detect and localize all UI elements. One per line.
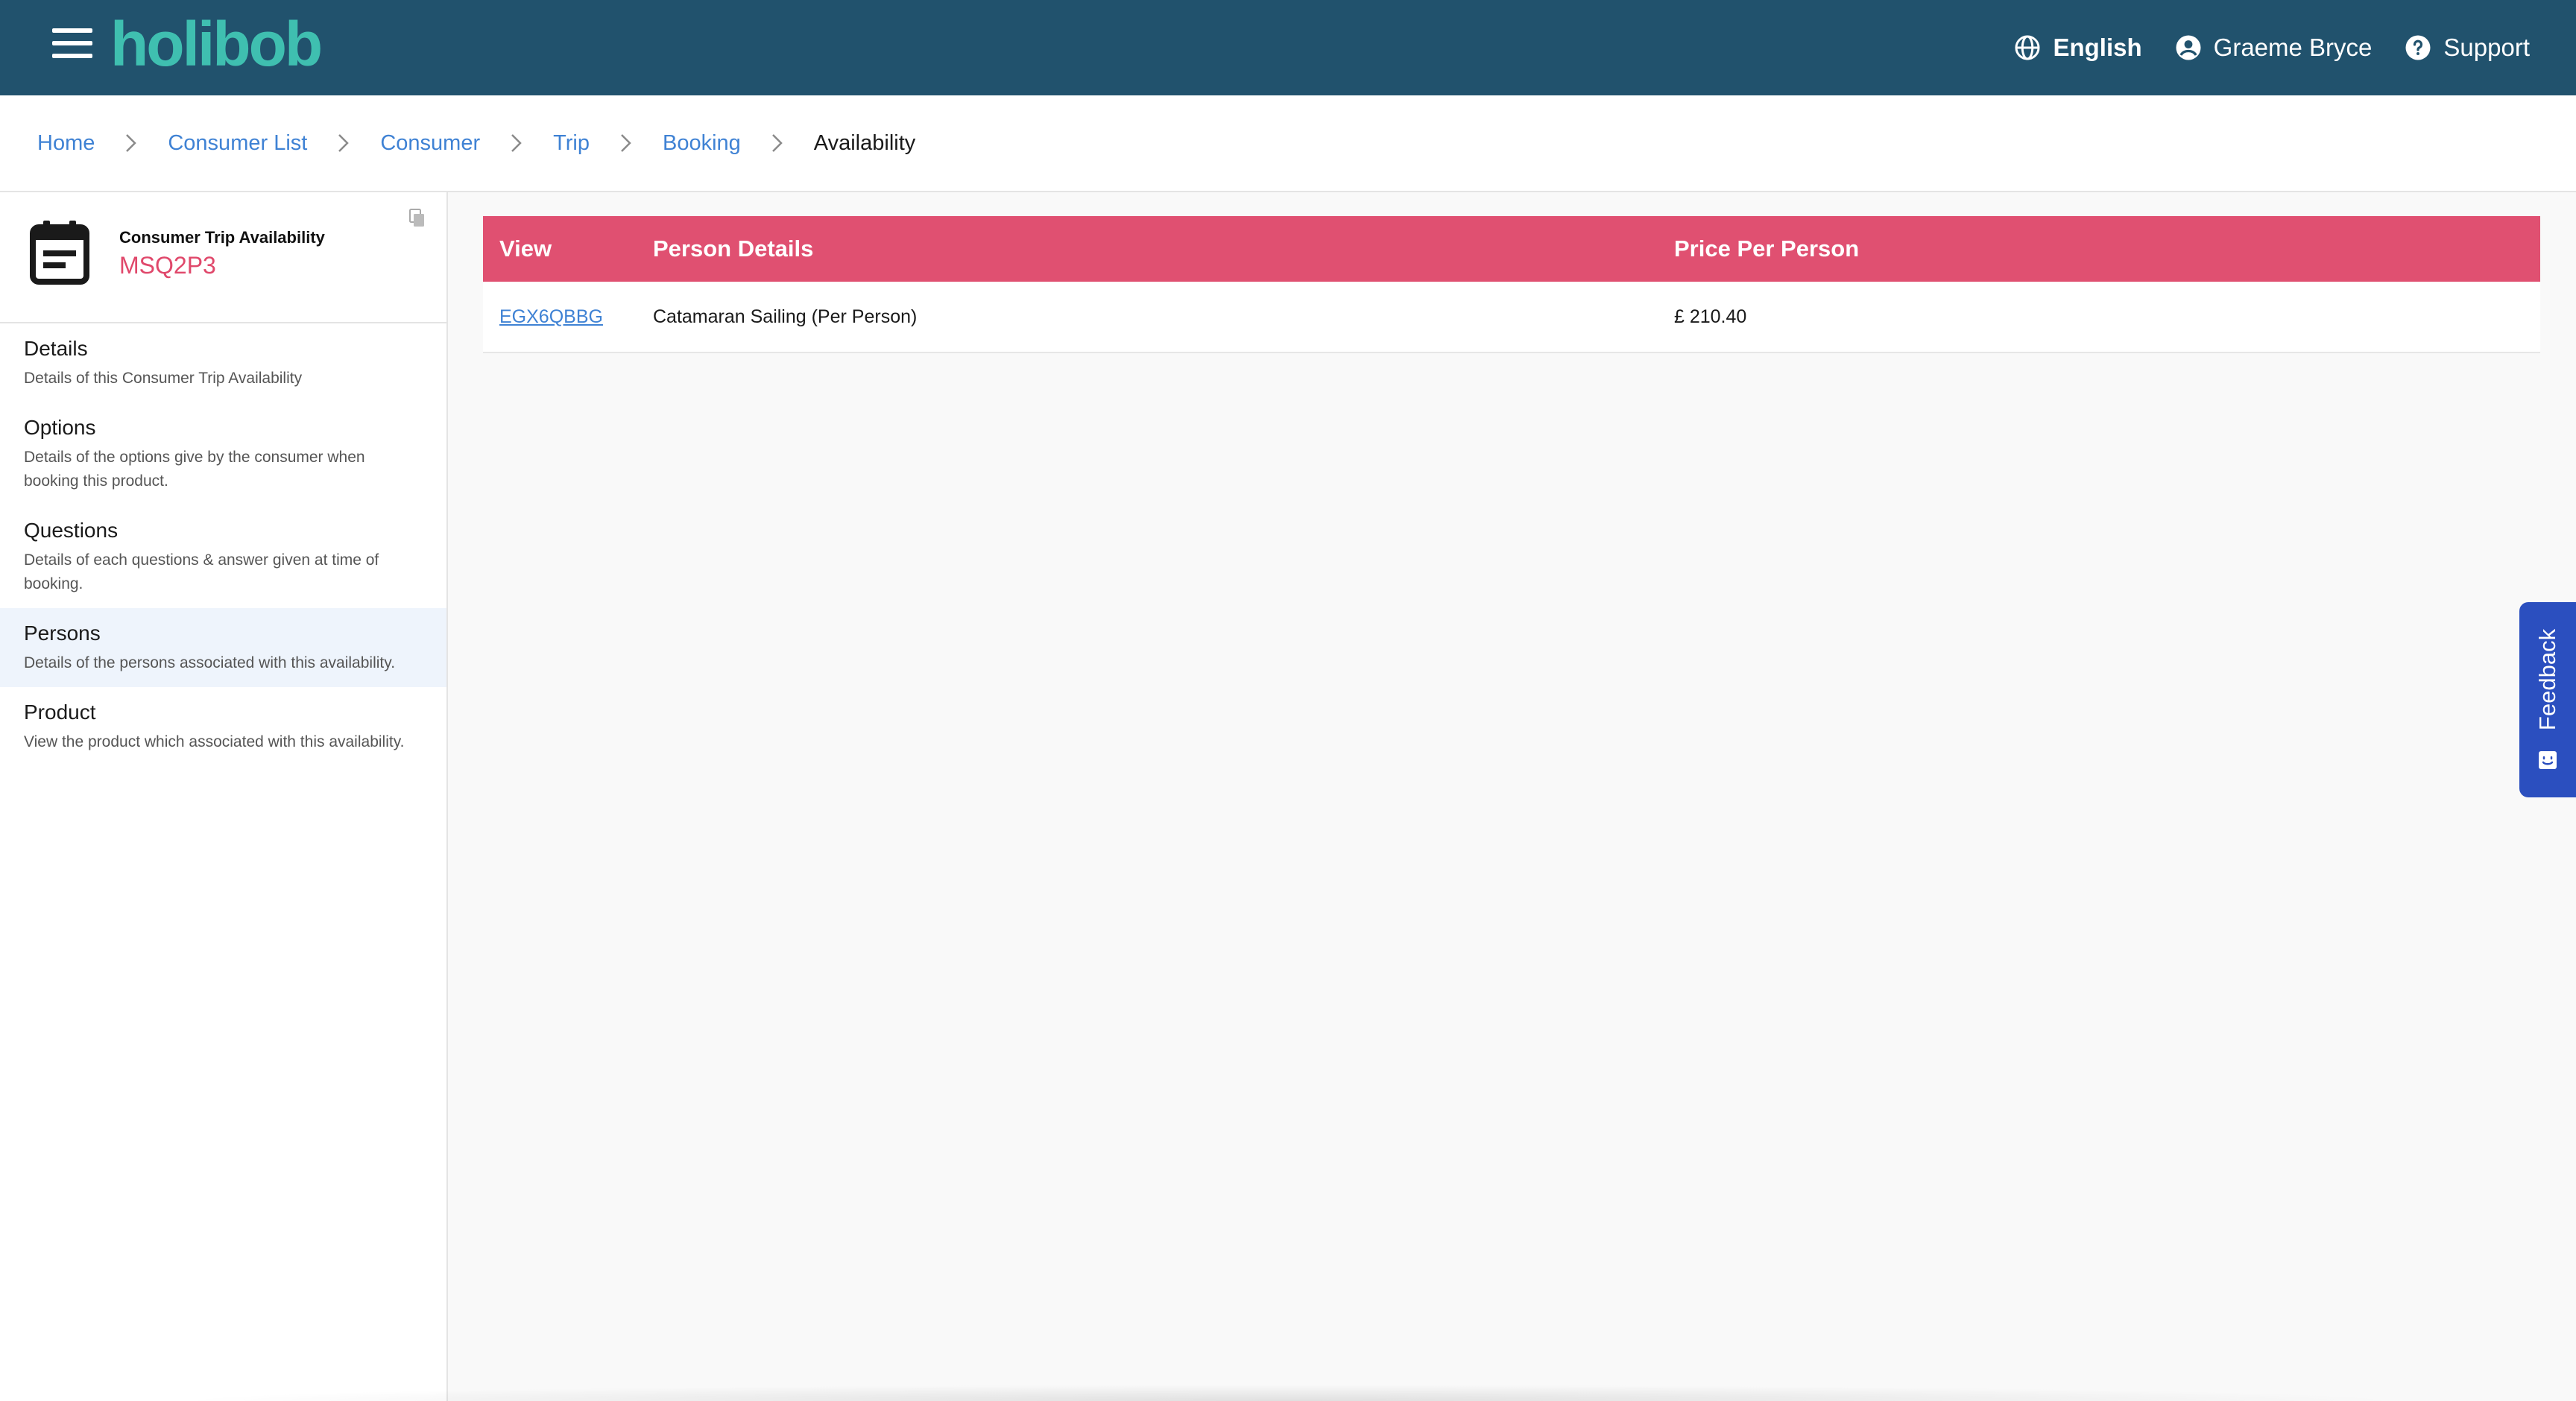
support-label: Support bbox=[2443, 34, 2530, 61]
hamburger-menu-icon[interactable] bbox=[52, 28, 92, 64]
feedback-button[interactable]: Feedback bbox=[2519, 602, 2576, 797]
sidebar-item-options[interactable]: Options Details of the options give by t… bbox=[0, 402, 446, 505]
language-selector[interactable]: English bbox=[2014, 34, 2142, 62]
sidebar-item-title: Questions bbox=[24, 519, 119, 542]
sidebar-item-title: Product bbox=[24, 700, 96, 724]
sidebar-item-title: Options bbox=[24, 416, 96, 439]
feedback-icon bbox=[2539, 751, 2557, 769]
top-bar: holibob English Graeme Bryce Support bbox=[0, 0, 2576, 95]
person-details-cell: Catamaran Sailing (Per Person) bbox=[653, 306, 918, 327]
language-label: English bbox=[2053, 34, 2142, 61]
sidebar-item-desc: Details of each questions & answer given… bbox=[24, 551, 379, 592]
price-cell: £ 210.40 bbox=[1674, 306, 1747, 327]
sidebar: Consumer Trip Availability MSQ2P3 Detail… bbox=[0, 192, 448, 1401]
persons-table: View Person Details Price Per Person EGX… bbox=[483, 216, 2540, 353]
user-menu[interactable]: Graeme Bryce bbox=[2175, 34, 2373, 62]
sidebar-item-desc: Details of this Consumer Trip Availabili… bbox=[24, 370, 303, 387]
holibob-logo[interactable]: holibob bbox=[110, 16, 356, 79]
sidebar-item-title: Details bbox=[24, 337, 88, 360]
calendar-icon bbox=[30, 221, 89, 285]
table-row: EGX6QBBG Catamaran Sailing (Per Person) … bbox=[483, 282, 2540, 353]
chevron-right-icon bbox=[338, 134, 350, 152]
main-content: View Person Details Price Per Person EGX… bbox=[447, 192, 2576, 1401]
breadcrumb-current: Availability bbox=[813, 130, 916, 155]
chevron-right-icon bbox=[621, 134, 631, 152]
svg-text:holibob: holibob bbox=[110, 16, 321, 79]
globe-icon bbox=[2015, 35, 2040, 60]
help-circle-icon bbox=[2405, 35, 2431, 60]
breadcrumb-home[interactable]: Home bbox=[37, 131, 95, 156]
column-header-view: View bbox=[499, 235, 552, 262]
account-circle-icon bbox=[2176, 35, 2201, 60]
breadcrumb-bar: Home Consumer List Consumer Trip Booking… bbox=[0, 95, 2576, 192]
sidebar-item-desc: Details of the persons associated with t… bbox=[24, 654, 396, 671]
sidebar-item-desc: Details of the options give by the consu… bbox=[24, 449, 365, 490]
sidebar-item-questions[interactable]: Questions Details of each questions & an… bbox=[0, 505, 446, 608]
column-header-price: Price Per Person bbox=[1674, 235, 1860, 262]
user-name: Graeme Bryce bbox=[2213, 34, 2373, 61]
chevron-right-icon bbox=[511, 134, 522, 152]
column-header-person-details: Person Details bbox=[653, 235, 814, 262]
breadcrumb-trip[interactable]: Trip bbox=[553, 131, 590, 156]
view-person-link[interactable]: EGX6QBBG bbox=[499, 306, 603, 327]
breadcrumb-consumer[interactable]: Consumer bbox=[380, 131, 480, 156]
chevron-right-icon bbox=[126, 134, 137, 152]
breadcrumb-booking[interactable]: Booking bbox=[663, 131, 741, 156]
sidebar-item-title: Persons bbox=[24, 622, 101, 645]
chevron-right-icon bbox=[771, 134, 783, 152]
support-link[interactable]: Support bbox=[2405, 34, 2530, 62]
availability-code: MSQ2P3 bbox=[119, 252, 216, 279]
sidebar-item-persons[interactable]: Persons Details of the persons associate… bbox=[0, 608, 446, 687]
sidebar-item-details[interactable]: Details Details of this Consumer Trip Av… bbox=[0, 323, 446, 402]
breadcrumb: Home Consumer List Consumer Trip Booking… bbox=[37, 95, 915, 191]
bottom-shadow bbox=[164, 1385, 2415, 1401]
sidebar-item-product[interactable]: Product View the product which associate… bbox=[0, 687, 446, 766]
sidebar-header: Consumer Trip Availability MSQ2P3 bbox=[0, 192, 446, 323]
sidebar-item-desc: View the product which associated with t… bbox=[24, 733, 405, 750]
feedback-label: Feedback bbox=[2534, 628, 2560, 731]
sidebar-subtitle: Consumer Trip Availability bbox=[119, 228, 325, 247]
table-header: View Person Details Price Per Person bbox=[483, 216, 2540, 282]
breadcrumb-consumer-list[interactable]: Consumer List bbox=[168, 131, 307, 156]
copy-icon[interactable] bbox=[409, 209, 426, 228]
